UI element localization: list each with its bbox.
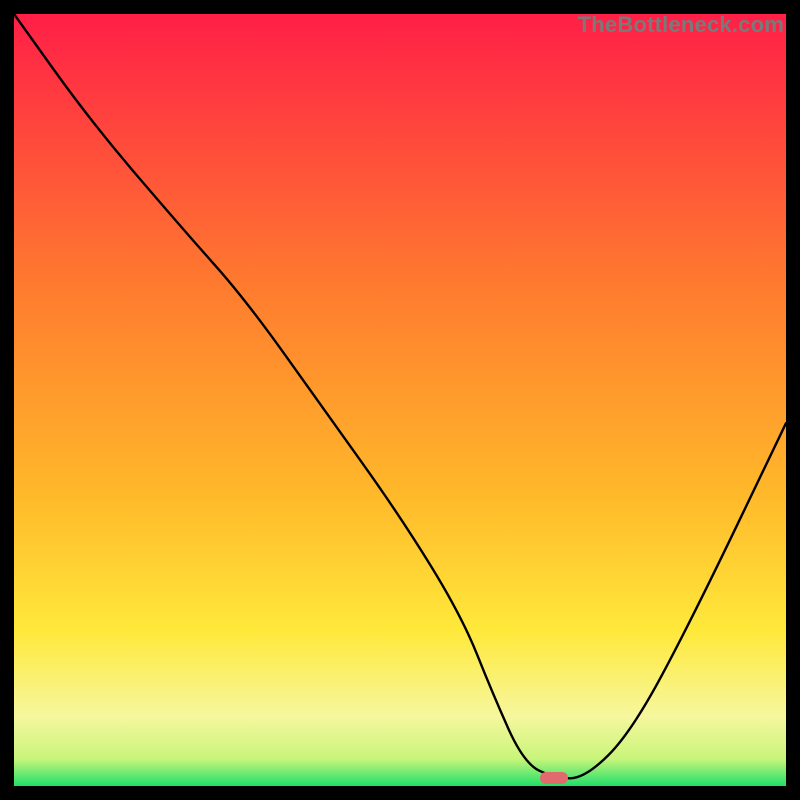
chart-frame: TheBottleneck.com — [14, 14, 786, 786]
watermark-text: TheBottleneck.com — [578, 12, 784, 38]
optimal-point-marker — [540, 772, 568, 784]
gradient-background — [14, 14, 786, 786]
bottleneck-chart — [14, 14, 786, 786]
